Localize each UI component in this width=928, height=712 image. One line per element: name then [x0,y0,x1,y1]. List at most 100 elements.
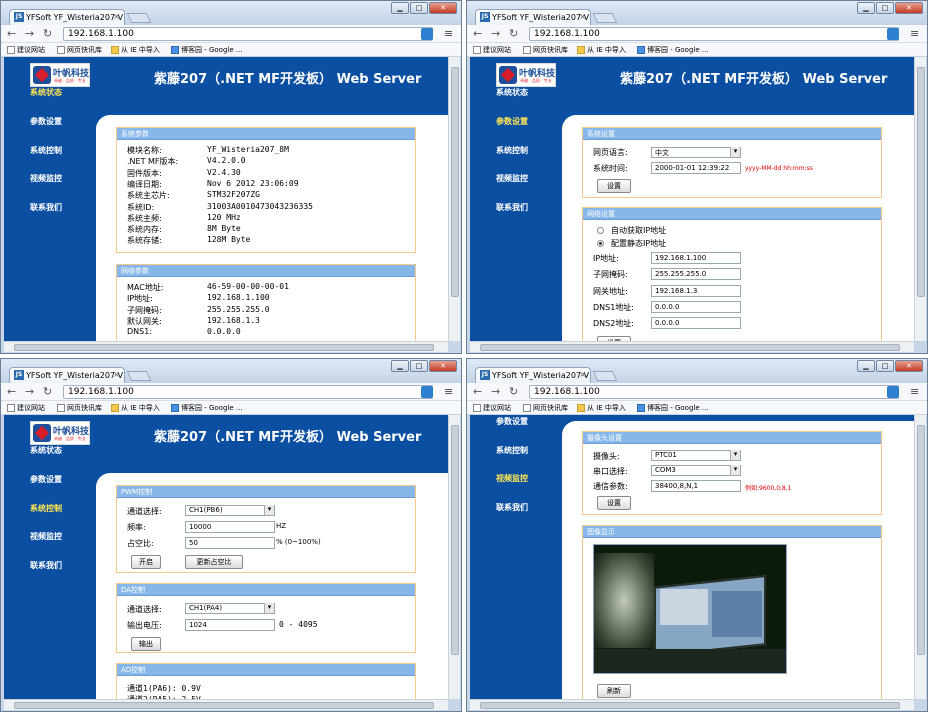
nav-contact[interactable]: 联系我们 [30,560,62,571]
back-icon[interactable]: ← [473,386,482,397]
reload-icon[interactable]: ↻ [509,28,518,39]
bookmark-item[interactable]: 从 IE 中导入 [577,45,626,55]
bookmark-item[interactable]: 建议网站 [473,403,511,413]
close-window-button[interactable]: ✕ [895,360,923,372]
menu-icon[interactable]: ≡ [444,27,453,40]
browser-tab[interactable]: JS YFSoft YF_Wisteria207 V × [9,9,125,25]
back-icon[interactable]: ← [7,28,16,39]
bookmark-item[interactable]: 从 IE 中导入 [111,45,160,55]
bookmark-item[interactable]: 从 IE 中导入 [577,403,626,413]
nav-video[interactable]: 视频监控 [30,531,62,542]
nav-contact[interactable]: 联系我们 [496,502,528,513]
nav-contact[interactable]: 联系我们 [496,202,528,213]
extension-icon[interactable] [421,28,433,40]
vertical-scrollbar[interactable] [914,57,926,341]
nav-status[interactable]: 系统状态 [30,87,62,98]
update-duty-button[interactable]: 更新占空比 [185,555,243,569]
tab-close-icon[interactable]: × [579,370,586,379]
reload-icon[interactable]: ↻ [43,386,52,397]
vertical-scrollbar[interactable] [914,415,926,699]
bookmark-item[interactable]: 网页快讯库 [523,403,568,413]
nav-settings[interactable]: 参数设置 [30,116,62,127]
nav-status[interactable]: 系统状态 [30,445,62,456]
static-ip-radio[interactable] [597,240,604,247]
bookmark-item[interactable]: 网页快讯库 [57,403,102,413]
save-system-button[interactable]: 设置 [597,179,631,193]
minimize-button[interactable]: ▁ [857,360,875,372]
close-window-button[interactable]: ✕ [429,2,457,14]
frequency-input[interactable]: 10000 [185,521,275,533]
minimize-button[interactable]: ▁ [391,2,409,14]
forward-icon[interactable]: → [491,386,500,397]
bookmark-item[interactable]: 建议网站 [473,45,511,55]
new-tab-button[interactable] [126,13,152,23]
bookmark-item[interactable]: 建议网站 [7,45,45,55]
nav-settings[interactable]: 参数设置 [496,416,528,427]
forward-icon[interactable]: → [491,28,500,39]
back-icon[interactable]: ← [7,386,16,397]
extension-icon[interactable] [887,28,899,40]
bookmark-item[interactable]: 从 IE 中导入 [111,403,160,413]
reload-icon[interactable]: ↻ [43,28,52,39]
duty-input[interactable]: 50 [185,537,275,549]
extension-icon[interactable] [887,386,899,398]
net-field-input[interactable]: 192.168.1.100 [651,252,741,264]
horizontal-scrollbar[interactable] [4,341,448,352]
dhcp-radio[interactable] [597,227,604,234]
nav-video[interactable]: 视频监控 [496,473,528,484]
bookmark-item[interactable]: 网页快讯库 [57,45,102,55]
horizontal-scrollbar[interactable] [4,699,448,710]
close-window-button[interactable]: ✕ [895,2,923,14]
voltage-input[interactable]: 1024 [185,619,275,631]
bookmark-item[interactable]: 博客园 - Google ... [637,45,709,55]
bookmark-item[interactable]: 网页快讯库 [523,45,568,55]
address-bar[interactable]: 192.168.1.100☆ [63,27,433,41]
forward-icon[interactable]: → [25,386,34,397]
tab-close-icon[interactable]: × [113,370,120,379]
refresh-button[interactable]: 刷新 [597,684,631,698]
menu-icon[interactable]: ≡ [444,385,453,398]
forward-icon[interactable]: → [25,28,34,39]
menu-icon[interactable]: ≡ [910,385,919,398]
da-output-button[interactable]: 输出 [131,637,161,651]
time-input[interactable]: 2000-01-01 12:39:22 [651,162,741,174]
nav-control[interactable]: 系统控制 [30,145,62,156]
language-select[interactable]: 中文 [651,147,741,158]
tab-close-icon[interactable]: × [579,12,586,21]
minimize-button[interactable]: ▁ [857,2,875,14]
net-field-input[interactable]: 0.0.0.0 [651,300,741,313]
back-icon[interactable]: ← [473,28,482,39]
menu-icon[interactable]: ≡ [910,27,919,40]
vertical-scrollbar[interactable] [448,415,460,699]
nav-settings[interactable]: 参数设置 [496,116,528,127]
camera-select[interactable]: PTC01 [651,450,741,461]
bookmark-item[interactable]: 博客园 - Google ... [171,403,243,413]
bookmark-item[interactable]: 建议网站 [7,403,45,413]
address-bar[interactable]: 192.168.1.100☆ [529,27,899,41]
net-field-input[interactable]: 192.168.1.3 [651,284,741,297]
net-field-input[interactable]: 0.0.0.0 [651,317,741,330]
horizontal-scrollbar[interactable] [470,699,914,710]
maximize-button[interactable]: □ [410,2,428,14]
browser-tab[interactable]: JS YFSoft YF_Wisteria207 V × [9,367,125,383]
pwm-start-button[interactable]: 开启 [131,555,161,569]
address-bar[interactable]: 192.168.1.100☆ [529,385,899,399]
new-tab-button[interactable] [592,371,618,381]
tab-close-icon[interactable]: × [113,12,120,21]
address-bar[interactable]: 192.168.1.100☆ [63,385,433,399]
nav-control[interactable]: 系统控制 [496,145,528,156]
bookmark-item[interactable]: 博客园 - Google ... [171,45,243,55]
horizontal-scrollbar[interactable] [470,341,914,352]
browser-tab[interactable]: JS YFSoft YF_Wisteria207 V × [475,9,591,25]
net-field-input[interactable]: 255.255.255.0 [651,268,741,281]
nav-video[interactable]: 视频监控 [30,173,62,184]
new-tab-button[interactable] [592,13,618,23]
extension-icon[interactable] [421,386,433,398]
nav-video[interactable]: 视频监控 [496,173,528,184]
bookmark-item[interactable]: 博客园 - Google ... [637,403,709,413]
nav-settings[interactable]: 参数设置 [30,474,62,485]
close-window-button[interactable]: ✕ [429,360,457,372]
reload-icon[interactable]: ↻ [509,386,518,397]
maximize-button[interactable]: □ [876,360,894,372]
pwm-channel-select[interactable]: CH1(PB6) [185,505,275,516]
